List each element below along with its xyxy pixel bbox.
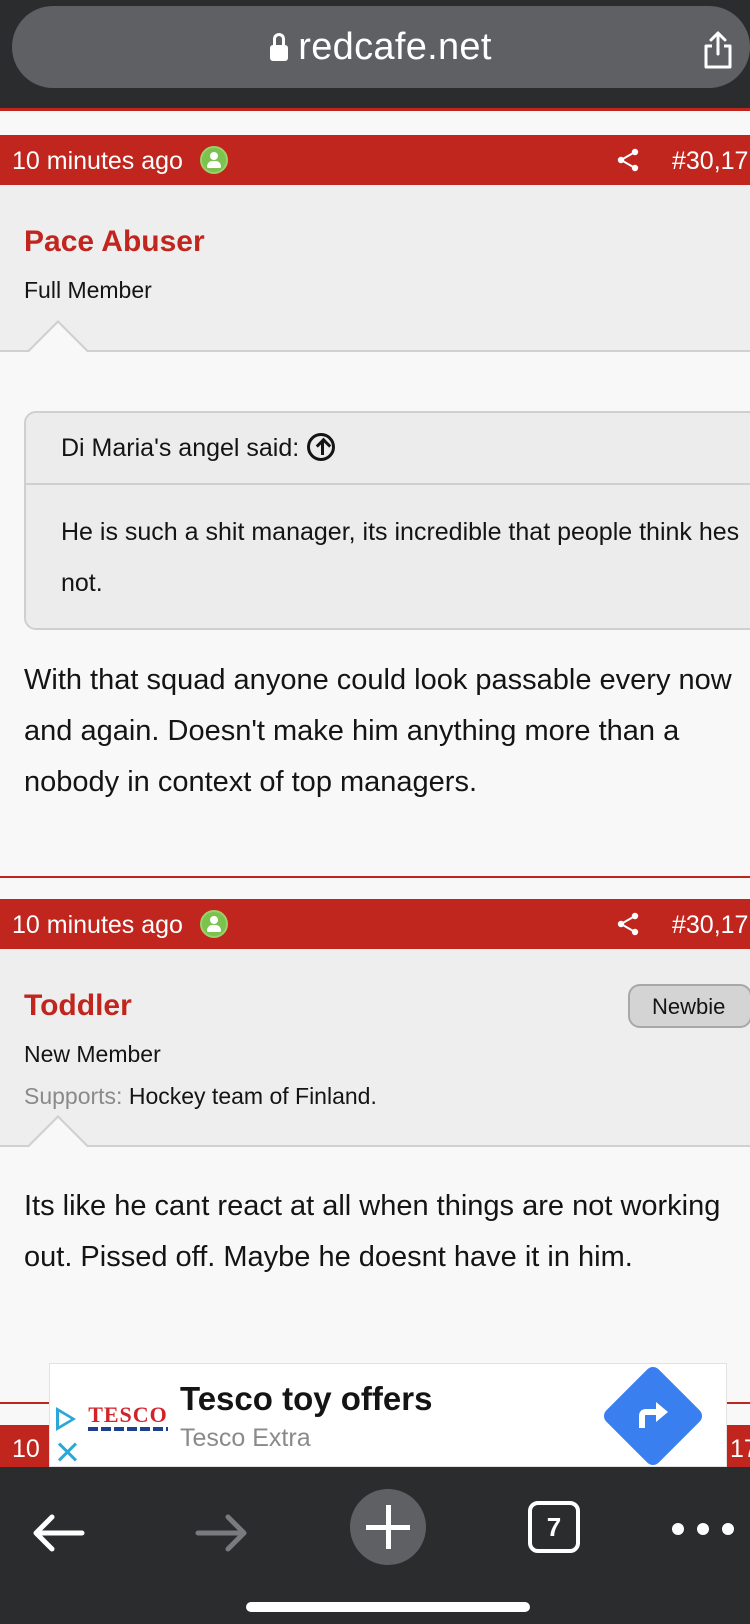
post-message: Its like he cant react at all when thing…: [24, 1190, 721, 1273]
user-info: Pace Abuser Full Member: [0, 185, 750, 352]
supports-label: Supports:: [24, 1083, 123, 1109]
share-post-icon[interactable]: [616, 912, 640, 936]
more-options-icon[interactable]: [672, 1523, 736, 1535]
ad-choices-icon[interactable]: [56, 1407, 76, 1431]
user-pointer-arrow: [26, 1115, 90, 1148]
online-status-icon: [200, 910, 228, 938]
home-indicator[interactable]: [246, 1602, 530, 1612]
post-timestamp[interactable]: 10 minutes ago: [12, 911, 183, 940]
user-title: New Member: [24, 1041, 161, 1067]
quote-block: Di Maria's angel said: He is such a shit…: [24, 411, 750, 630]
back-arrow-icon[interactable]: [30, 1511, 86, 1555]
online-status-icon: [200, 146, 228, 174]
post-number[interactable]: #30,17: [672, 147, 748, 176]
quote-text: He is such a shit manager, its incredibl…: [61, 518, 740, 597]
post-header: 10 minutes ago #30,17: [0, 899, 750, 949]
share-icon[interactable]: [702, 30, 734, 70]
lock-icon: [270, 33, 289, 61]
post-number[interactable]: #30,17: [672, 911, 748, 940]
user-info: Toddler Newbie New Member Supports: Hock…: [0, 949, 750, 1147]
username[interactable]: Pace Abuser: [24, 225, 205, 259]
post-separator: [0, 876, 750, 878]
close-icon[interactable]: [56, 1440, 78, 1462]
username[interactable]: Toddler: [24, 989, 132, 1023]
user-badge: Newbie: [628, 984, 750, 1028]
next-post-timestamp: 10: [12, 1435, 40, 1463]
divider: [0, 108, 750, 111]
url-display[interactable]: redcafe.net: [12, 26, 750, 69]
next-post-number: 17: [730, 1435, 750, 1463]
share-post-icon[interactable]: [616, 148, 640, 172]
browser-top-bar: redcafe.net: [0, 0, 750, 111]
forward-arrow-icon[interactable]: [194, 1511, 250, 1555]
post-header: 10 minutes ago #30,17: [0, 135, 750, 185]
supports-line: Supports: Hockey team of Finland.: [24, 1083, 377, 1110]
user-title: Full Member: [24, 277, 152, 303]
tesco-logo: TESCO: [88, 1402, 168, 1427]
ad-title[interactable]: Tesco toy offers: [180, 1380, 432, 1418]
quote-header[interactable]: Di Maria's angel said:: [26, 413, 750, 485]
directions-arrow-icon: [639, 1402, 668, 1428]
tabs-count-icon[interactable]: 7: [528, 1501, 580, 1553]
ad-banner[interactable]: TESCO Tesco toy offers Tesco Extra: [49, 1363, 727, 1469]
address-bar[interactable]: redcafe.net: [12, 6, 750, 88]
ad-subtitle: Tesco Extra: [180, 1424, 311, 1452]
supports-value: Hockey team of Finland.: [128, 1083, 377, 1109]
user-pointer-arrow: [26, 320, 90, 353]
post-message: With that squad anyone could look passab…: [24, 664, 732, 798]
arrow-up-circle-icon[interactable]: [307, 433, 336, 461]
browser-bottom-toolbar: 7: [0, 1467, 750, 1624]
new-tab-plus-icon[interactable]: [350, 1489, 426, 1565]
tesco-logo-stripe: [88, 1427, 168, 1431]
post-timestamp[interactable]: 10 minutes ago: [12, 147, 183, 176]
quote-author: Di Maria's angel said:: [61, 434, 300, 462]
url-text: redcafe.net: [298, 26, 492, 68]
